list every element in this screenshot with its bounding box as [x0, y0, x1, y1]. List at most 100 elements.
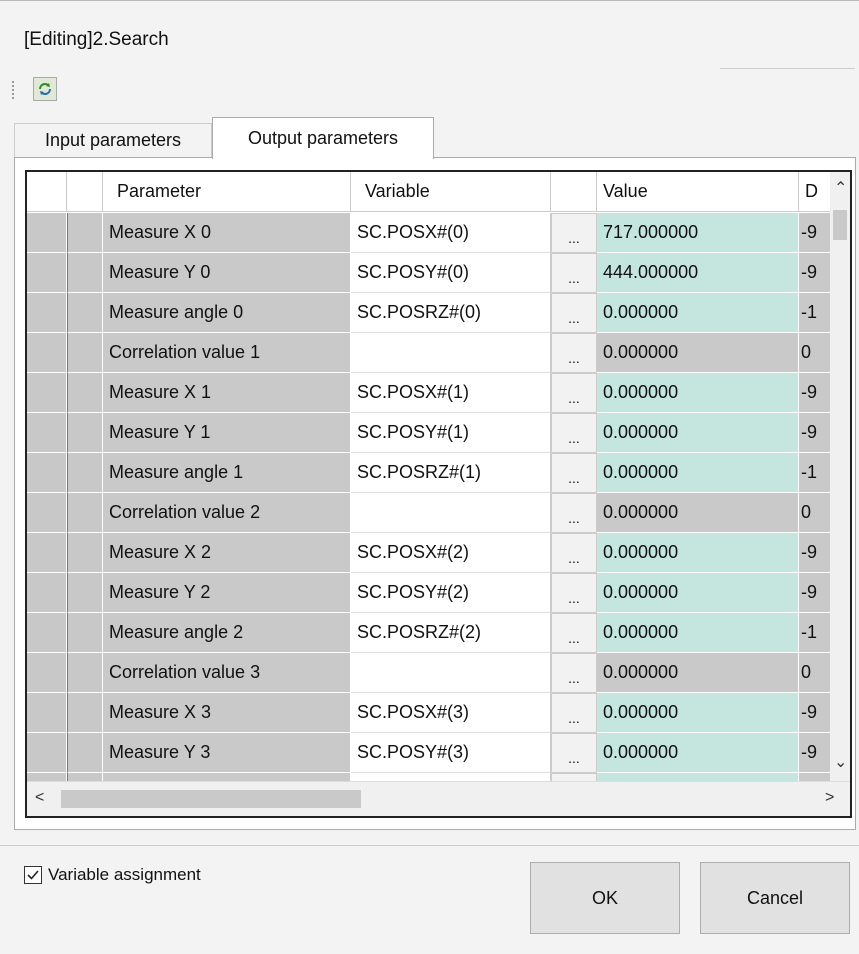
value-cell: 0.000000 — [597, 693, 799, 733]
row-indent — [67, 413, 103, 453]
parameter-cell: Measure Y 1 — [103, 413, 351, 453]
row-indent — [67, 653, 103, 693]
row-header[interactable] — [27, 333, 67, 373]
vertical-scroll-thumb[interactable] — [833, 210, 847, 240]
parameter-cell: Measure Y 2 — [103, 573, 351, 613]
browse-button[interactable]: ... — [551, 733, 597, 773]
row-header[interactable] — [27, 613, 67, 653]
row-indent — [67, 253, 103, 293]
value-cell: 0.000000 — [597, 573, 799, 613]
row-header[interactable] — [27, 413, 67, 453]
browse-button[interactable]: ... — [551, 653, 597, 693]
browse-button[interactable]: ... — [551, 693, 597, 733]
editing-dialog: [Editing]2.Search Input parameters Outpu… — [0, 0, 859, 954]
browse-button[interactable]: ... — [551, 413, 597, 453]
ok-button[interactable]: OK — [530, 862, 680, 934]
browse-button[interactable]: ... — [551, 333, 597, 373]
browse-button[interactable]: ... — [551, 253, 597, 293]
tab-output-parameters[interactable]: Output parameters — [212, 117, 434, 159]
row-header[interactable] — [27, 373, 67, 413]
variable-cell[interactable]: SC.POSX#(3) — [351, 693, 551, 733]
browse-button[interactable]: ... — [551, 213, 597, 253]
footer-separator — [0, 845, 859, 846]
browse-button[interactable]: ... — [551, 453, 597, 493]
browse-button[interactable]: ... — [551, 493, 597, 533]
parameter-cell: Measure X 3 — [103, 693, 351, 733]
variable-cell[interactable]: SC.POSX#(0) — [351, 213, 551, 253]
parameter-cell: Measure Y 3 — [103, 733, 351, 773]
header-value[interactable]: Value — [597, 172, 799, 212]
variable-cell[interactable] — [351, 493, 551, 533]
variable-assignment-checkbox[interactable] — [24, 866, 42, 884]
row-header[interactable] — [27, 733, 67, 773]
tab-panel: Parameter Variable Value D Measure X 0 SC… — [14, 157, 856, 830]
browse-button[interactable]: ... — [551, 533, 597, 573]
horizontal-scrollbar[interactable]: < > — [27, 781, 850, 816]
variable-cell[interactable]: SC.POSRZ#(2) — [351, 613, 551, 653]
header-stub — [67, 172, 103, 212]
parameter-cell: Measure angle 1 — [103, 453, 351, 493]
row-header[interactable] — [27, 453, 67, 493]
parameter-cell: Measure angle 0 — [103, 293, 351, 333]
row-indent — [67, 293, 103, 333]
row-indent — [67, 373, 103, 413]
parameter-cell: Measure X 2 — [103, 533, 351, 573]
browse-button[interactable]: ... — [551, 613, 597, 653]
row-header[interactable] — [27, 573, 67, 613]
variable-cell[interactable]: SC.POSY#(1) — [351, 413, 551, 453]
horizontal-scroll-thumb[interactable] — [61, 790, 361, 808]
variable-assignment-option[interactable]: Variable assignment — [24, 865, 201, 885]
row-indent — [67, 533, 103, 573]
parameter-cell: Measure Y 0 — [103, 253, 351, 293]
parameter-cell: Measure X 0 — [103, 213, 351, 253]
window-title: [Editing]2.Search — [24, 29, 169, 50]
checkmark-icon — [27, 870, 39, 880]
variable-cell[interactable] — [351, 333, 551, 373]
row-header[interactable] — [27, 533, 67, 573]
header-variable[interactable]: Variable — [351, 172, 551, 212]
scroll-left-icon[interactable]: < — [35, 789, 44, 807]
variable-cell[interactable]: SC.POSX#(1) — [351, 373, 551, 413]
variable-cell[interactable] — [351, 653, 551, 693]
value-cell: 0.000000 — [597, 293, 799, 333]
row-indent — [67, 613, 103, 653]
value-cell: 0.000000 — [597, 613, 799, 653]
variable-assignment-label: Variable assignment — [48, 865, 201, 884]
value-cell: 0.000000 — [597, 493, 799, 533]
toolbar-grip[interactable] — [12, 81, 17, 99]
value-cell: 717.000000 — [597, 213, 799, 253]
header-browse[interactable] — [551, 172, 597, 212]
scroll-right-icon[interactable]: > — [825, 789, 834, 807]
vertical-scrollbar[interactable]: ⌃ ⌄ — [830, 172, 850, 782]
tab-input-parameters[interactable]: Input parameters — [14, 123, 212, 157]
browse-button[interactable]: ... — [551, 573, 597, 613]
scroll-down-icon[interactable]: ⌄ — [834, 752, 847, 772]
browse-button[interactable]: ... — [551, 373, 597, 413]
row-indent — [67, 333, 103, 373]
row-header[interactable] — [27, 293, 67, 333]
row-indent — [67, 453, 103, 493]
value-cell: 0.000000 — [597, 453, 799, 493]
refresh-icon — [39, 83, 51, 95]
row-header[interactable] — [27, 693, 67, 733]
scroll-up-icon[interactable]: ⌃ — [834, 178, 847, 198]
row-header[interactable] — [27, 213, 67, 253]
variable-cell[interactable]: SC.POSY#(3) — [351, 733, 551, 773]
row-indent — [67, 733, 103, 773]
variable-cell[interactable]: SC.POSY#(0) — [351, 253, 551, 293]
header-parameter[interactable]: Parameter — [103, 172, 351, 212]
value-cell: 0.000000 — [597, 533, 799, 573]
value-cell: 444.000000 — [597, 253, 799, 293]
variable-cell[interactable]: SC.POSRZ#(0) — [351, 293, 551, 333]
value-cell: 0.000000 — [597, 333, 799, 373]
row-header[interactable] — [27, 253, 67, 293]
variable-cell[interactable]: SC.POSRZ#(1) — [351, 453, 551, 493]
row-header[interactable] — [27, 493, 67, 533]
browse-button[interactable]: ... — [551, 293, 597, 333]
variable-cell[interactable]: SC.POSX#(2) — [351, 533, 551, 573]
cancel-button[interactable]: Cancel — [700, 862, 850, 934]
refresh-button[interactable] — [33, 77, 57, 101]
row-header[interactable] — [27, 653, 67, 693]
value-cell: 0.000000 — [597, 413, 799, 453]
variable-cell[interactable]: SC.POSY#(2) — [351, 573, 551, 613]
